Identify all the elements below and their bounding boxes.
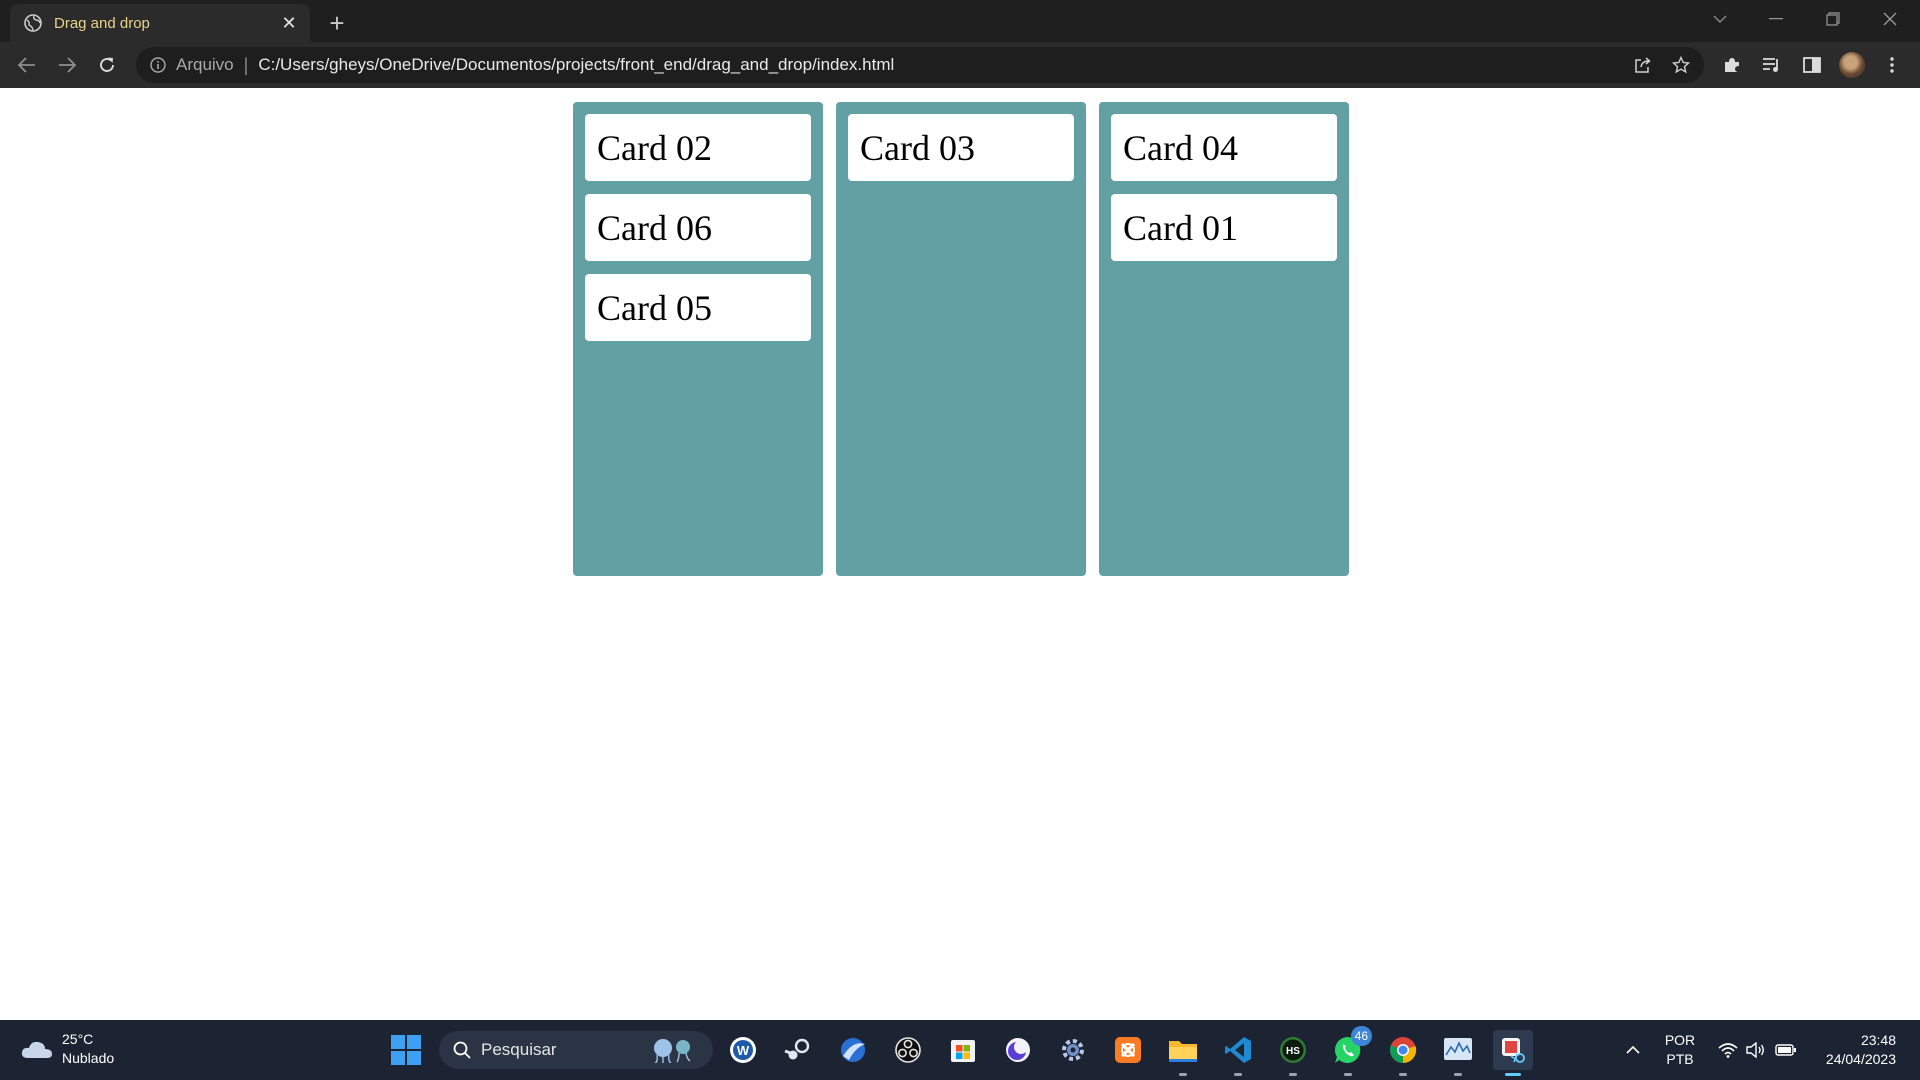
url-scheme-label: Arquivo	[176, 55, 234, 74]
dropzone-column-3[interactable]: Card 04 Card 01	[1099, 102, 1349, 576]
tab-title: Drag and drop	[54, 14, 150, 32]
media-queue-icon[interactable]	[1755, 49, 1789, 81]
taskbar-app-chrome-icon[interactable]	[1383, 1030, 1423, 1076]
taskbar-app-settings-gear-icon[interactable]	[1053, 1030, 1093, 1070]
windows-taskbar: 25°C Nublado Pesquisar W HS 46 POR PTB 2…	[0, 1020, 1920, 1080]
url-text[interactable]: C:/Users/gheys/OneDrive/Documentos/proje…	[258, 55, 894, 75]
dropzone-column-2[interactable]: Card 03	[836, 102, 1086, 576]
running-indicator	[1234, 1073, 1242, 1076]
page-content: Card 02 Card 06 Card 05 Card 03 Card 04 …	[0, 88, 1920, 1020]
extensions-puzzle-icon[interactable]	[1715, 49, 1749, 81]
kanban-board: Card 02 Card 06 Card 05 Card 03 Card 04 …	[573, 102, 1349, 576]
running-indicator	[1399, 1073, 1407, 1076]
draggable-card[interactable]: Card 06	[585, 194, 811, 261]
tab-search-chevron-icon[interactable]	[1696, 0, 1744, 38]
new-tab-button[interactable]: +	[322, 8, 352, 38]
draggable-card[interactable]: Card 05	[585, 274, 811, 341]
url-separator: |	[243, 54, 249, 75]
system-clock[interactable]: 23:48 24/04/2023	[1812, 1020, 1896, 1080]
browser-tab-active[interactable]: Drag and drop ✕	[10, 4, 310, 42]
draggable-card[interactable]: Card 03	[848, 114, 1074, 181]
site-info-icon[interactable]	[148, 55, 168, 75]
cloud-icon	[21, 1041, 52, 1058]
share-icon[interactable]	[1626, 47, 1660, 83]
svg-text:W: W	[737, 1043, 750, 1058]
address-bar[interactable]: Arquivo | C:/Users/gheys/OneDrive/Docume…	[136, 47, 1704, 83]
svg-text:HS: HS	[1286, 1046, 1300, 1057]
notification-badge: 46	[1350, 1026, 1372, 1046]
tab-close-icon[interactable]: ✕	[278, 12, 300, 34]
clock-date: 24/04/2023	[1825, 1051, 1896, 1067]
keyboard-layout-code: PTB	[1666, 1051, 1694, 1067]
profile-avatar[interactable]	[1835, 49, 1869, 81]
taskbar-app-hs-icon[interactable]: HS	[1273, 1030, 1313, 1076]
taskbar-app-browser-icon[interactable]	[833, 1030, 873, 1070]
taskbar-app-steam-icon[interactable]	[778, 1030, 818, 1070]
weather-widget[interactable]: 25°C Nublado	[20, 1030, 114, 1068]
weather-temperature: 25°C	[62, 1031, 94, 1047]
running-indicator	[1179, 1073, 1187, 1076]
browser-menu-icon[interactable]	[1875, 49, 1909, 81]
search-placeholder: Pesquisar	[481, 1040, 557, 1059]
taskbar-app-file-explorer-icon[interactable]	[1163, 1030, 1203, 1076]
taskbar-app-store-icon[interactable]	[943, 1030, 983, 1070]
taskbar-app-wp-icon[interactable]: W	[723, 1030, 763, 1070]
search-icon	[453, 1041, 471, 1059]
globe-icon	[24, 14, 42, 32]
taskbar-app-xampp-icon[interactable]	[1108, 1030, 1148, 1070]
restore-button[interactable]	[1809, 0, 1857, 38]
forward-button[interactable]	[51, 49, 83, 81]
close-window-button[interactable]	[1866, 0, 1914, 38]
avatar	[1839, 52, 1865, 78]
draggable-card[interactable]: Card 04	[1111, 114, 1337, 181]
input-language-indicator[interactable]: POR PTB	[1656, 1020, 1704, 1080]
windows-start-button[interactable]	[390, 1034, 422, 1066]
weather-condition: Nublado	[62, 1050, 115, 1066]
taskbar-app-snipping-tool-icon[interactable]	[1493, 1030, 1533, 1076]
running-indicator	[1505, 1073, 1521, 1076]
running-indicator	[1454, 1073, 1462, 1076]
minimize-button[interactable]	[1752, 0, 1800, 38]
running-indicator	[1289, 1073, 1297, 1076]
running-indicator	[1344, 1073, 1352, 1076]
taskbar-app-resource-monitor-icon[interactable]	[1438, 1030, 1478, 1076]
taskbar-app-moon-icon[interactable]	[998, 1030, 1038, 1070]
battery-icon[interactable]	[1773, 1020, 1799, 1080]
taskbar-app-obs-icon[interactable]	[888, 1030, 928, 1070]
back-button[interactable]	[11, 49, 43, 81]
bookmark-star-icon[interactable]	[1664, 47, 1698, 83]
language-code: POR	[1664, 1032, 1696, 1048]
clock-time: 23:48	[1860, 1032, 1896, 1048]
browser-tab-strip: Drag and drop ✕ +	[0, 0, 1920, 42]
browser-toolbar: Arquivo | C:/Users/gheys/OneDrive/Docume…	[0, 42, 1920, 88]
show-hidden-icons-chevron-icon[interactable]	[1618, 1020, 1648, 1080]
draggable-card[interactable]: Card 01	[1111, 194, 1337, 261]
taskbar-app-whatsapp-icon[interactable]: 46	[1328, 1026, 1372, 1076]
dropzone-column-1[interactable]: Card 02 Card 06 Card 05	[573, 102, 823, 576]
taskbar-app-vscode-icon[interactable]	[1218, 1030, 1258, 1076]
volume-icon[interactable]	[1744, 1020, 1768, 1080]
draggable-card[interactable]: Card 02	[585, 114, 811, 181]
wifi-icon[interactable]	[1716, 1020, 1740, 1080]
taskbar-search[interactable]: Pesquisar	[439, 1031, 713, 1069]
search-highlight-jellyfish-icon	[654, 1039, 691, 1063]
side-panel-icon[interactable]	[1795, 49, 1829, 81]
reload-button[interactable]	[91, 49, 123, 81]
